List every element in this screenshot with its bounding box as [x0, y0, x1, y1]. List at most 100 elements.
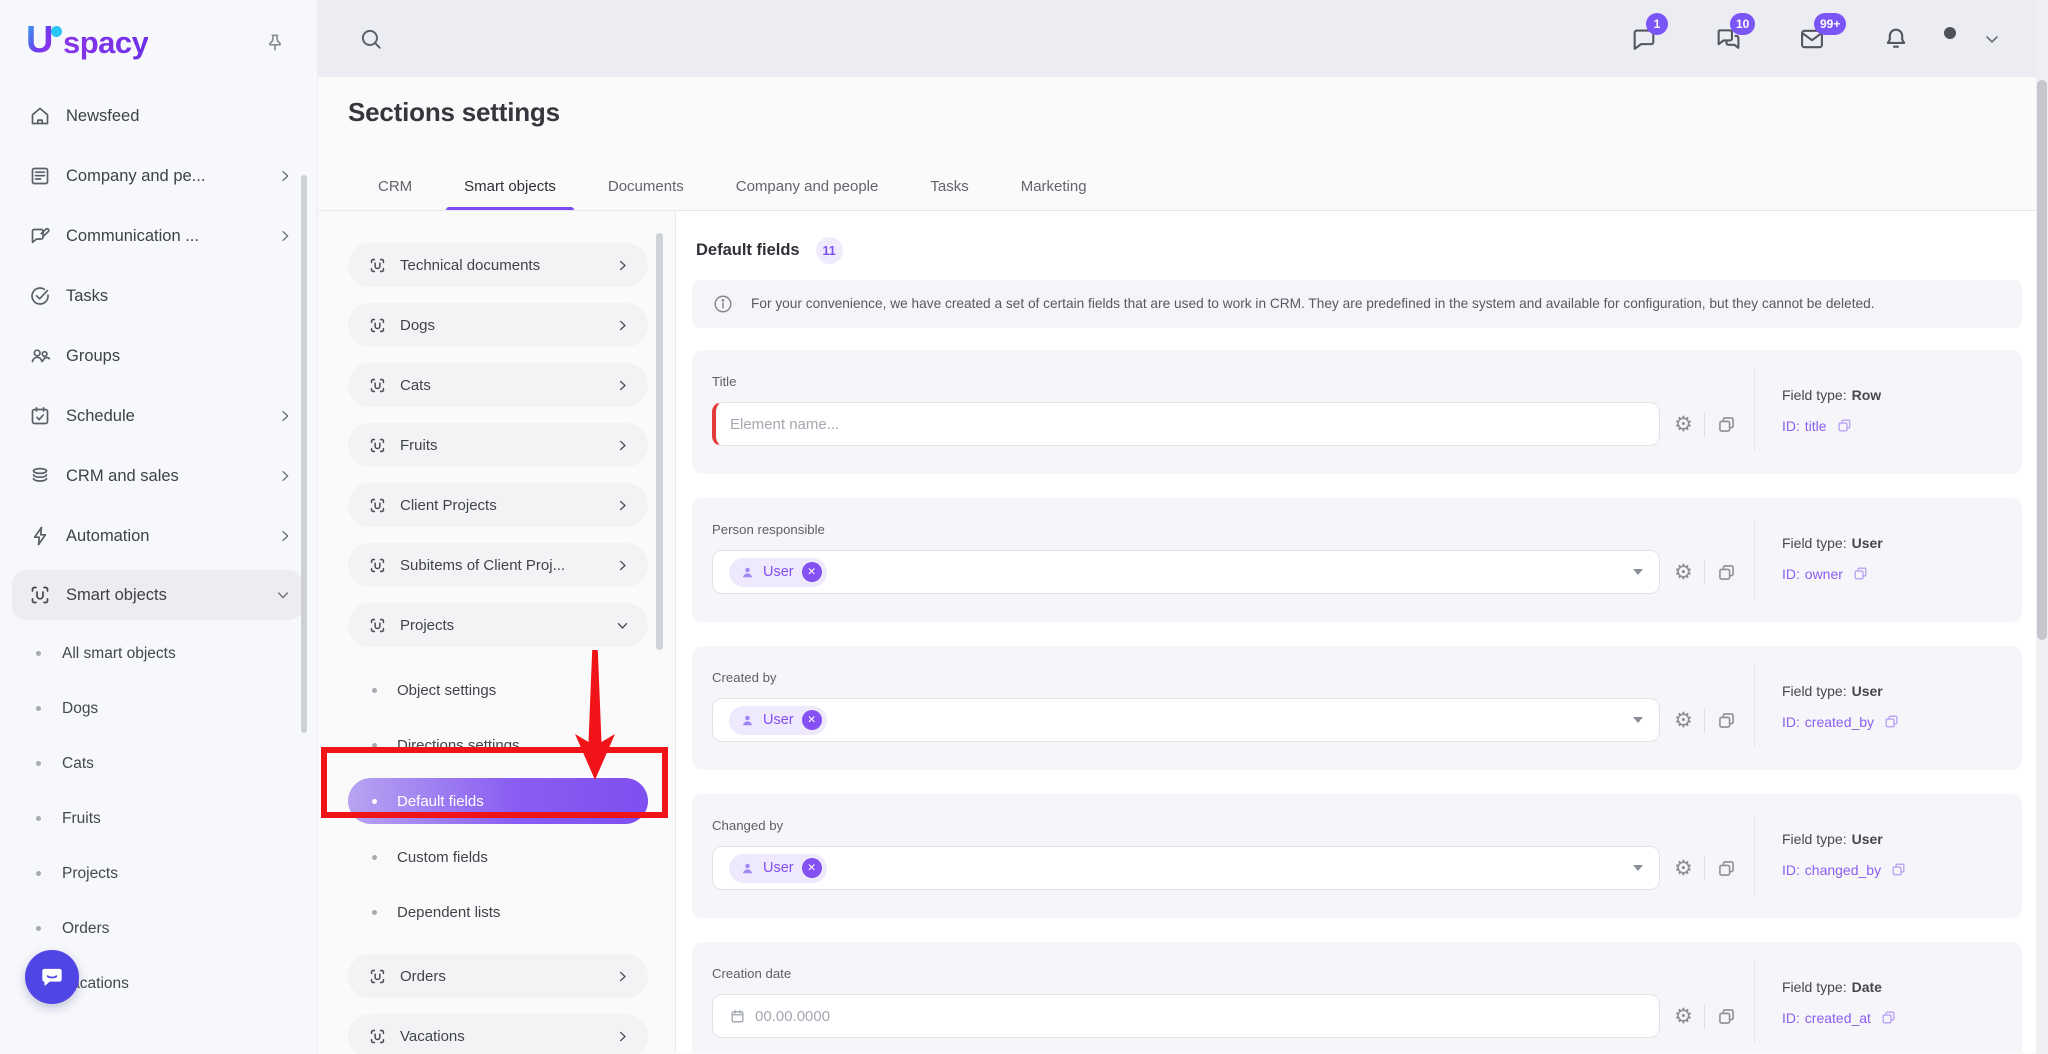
- copy-id-icon[interactable]: [1836, 417, 1853, 434]
- mail-button[interactable]: 99+: [1798, 25, 1826, 53]
- sidebar-item-fruits[interactable]: Fruits: [0, 791, 317, 846]
- bullet-icon: [36, 761, 41, 766]
- section-item-cats[interactable]: Cats: [348, 363, 648, 407]
- section-item-projects[interactable]: Projects: [348, 603, 648, 647]
- section-item-object-settings[interactable]: Object settings: [348, 663, 675, 718]
- sidebar-item-all-smart-objects[interactable]: All smart objects: [0, 626, 317, 681]
- calendar-check-icon: [28, 404, 52, 428]
- notifications-button[interactable]: [1882, 25, 1910, 53]
- person-icon: [740, 861, 755, 876]
- support-chat-button[interactable]: [25, 950, 79, 1004]
- user-chip: User ✕: [729, 558, 827, 587]
- field-settings-button[interactable]: ⚙: [1674, 710, 1693, 731]
- field-label: Changed by: [712, 818, 1754, 833]
- field-type: Field type:User: [1782, 683, 2002, 699]
- tab-marketing[interactable]: Marketing: [995, 168, 1113, 210]
- group-chats-button[interactable]: 10: [1714, 25, 1742, 53]
- user-menu-chevron-icon[interactable]: [1982, 29, 2002, 49]
- remove-chip-icon[interactable]: ✕: [802, 858, 822, 878]
- field-settings-button[interactable]: ⚙: [1674, 414, 1693, 435]
- sidebar-item-projects[interactable]: Projects: [0, 846, 317, 901]
- tab-smart-objects[interactable]: Smart objects: [438, 168, 582, 210]
- divider: [1704, 708, 1705, 733]
- tab-documents[interactable]: Documents: [582, 168, 710, 210]
- creation-date-input[interactable]: [755, 1008, 1643, 1025]
- created-by-select[interactable]: User ✕: [712, 698, 1660, 742]
- remove-chip-icon[interactable]: ✕: [802, 710, 822, 730]
- sidebar-item-communication[interactable]: Communication ...: [0, 206, 317, 266]
- field-settings-button[interactable]: ⚙: [1674, 562, 1693, 583]
- title-input[interactable]: [730, 416, 1643, 433]
- copy-icon: [1716, 710, 1737, 731]
- lightning-icon: [28, 524, 52, 548]
- section-nav-scrollbar[interactable]: [656, 233, 663, 650]
- duplicate-field-button[interactable]: [1716, 710, 1737, 731]
- remove-chip-icon[interactable]: ✕: [802, 562, 822, 582]
- search-icon[interactable]: [358, 26, 384, 52]
- copy-id-icon[interactable]: [1890, 861, 1907, 878]
- section-item-subitems-of-client-projects[interactable]: Subitems of Client Proj...: [348, 543, 648, 587]
- section-item-vacations[interactable]: Vacations: [348, 1014, 648, 1054]
- sidebar-item-crm-and-sales[interactable]: CRM and sales: [0, 446, 317, 506]
- sidebar-item-dogs[interactable]: Dogs: [0, 681, 317, 736]
- smart-object-icon: [28, 583, 52, 607]
- logo-u-mark: U: [26, 23, 53, 57]
- user-chip: User ✕: [729, 854, 827, 883]
- sidebar-scrollbar[interactable]: [301, 175, 307, 733]
- sidebar-item-orders[interactable]: Orders: [0, 901, 317, 956]
- dropdown-caret-icon: [1633, 865, 1643, 871]
- section-item-client-projects[interactable]: Client Projects: [348, 483, 648, 527]
- changed-by-select[interactable]: User ✕: [712, 846, 1660, 890]
- section-item-dogs[interactable]: Dogs: [348, 303, 648, 347]
- section-item-technical-documents[interactable]: Technical documents: [348, 243, 648, 287]
- section-item-directions-settings[interactable]: Directions settings: [348, 718, 675, 773]
- person-responsible-select[interactable]: User ✕: [712, 550, 1660, 594]
- divider: [1704, 412, 1705, 437]
- page-scrollbar-thumb[interactable]: [2037, 80, 2047, 640]
- sidebar-item-newsfeed[interactable]: Newsfeed: [0, 86, 317, 146]
- sidebar-item-cats[interactable]: Cats: [0, 736, 317, 791]
- bell-icon: [1882, 25, 1910, 53]
- section-item-orders[interactable]: Orders: [348, 954, 648, 998]
- copy-id-icon[interactable]: [1883, 713, 1900, 730]
- tab-tasks[interactable]: Tasks: [904, 168, 994, 210]
- sidebar-item-groups[interactable]: Groups: [0, 326, 317, 386]
- duplicate-field-button[interactable]: [1716, 562, 1737, 583]
- section-item-custom-fields[interactable]: Custom fields: [348, 830, 675, 885]
- fields-count-badge: 11: [816, 237, 843, 264]
- field-row-changed-by: Changed by User ✕ ⚙: [692, 794, 2022, 918]
- sidebar-item-tasks[interactable]: Tasks: [0, 266, 317, 326]
- field-id: ID: created_at: [1782, 1009, 2002, 1026]
- messenger-button[interactable]: 1: [1630, 25, 1658, 53]
- chevron-right-icon: [615, 1029, 630, 1044]
- title-input-wrap: [712, 402, 1660, 446]
- smart-object-icon: [368, 376, 387, 395]
- tabs-bar: CRM Smart objects Documents Company and …: [352, 168, 1113, 210]
- tab-company-and-people[interactable]: Company and people: [710, 168, 905, 210]
- section-item-default-fields-active[interactable]: Default fields: [348, 778, 648, 824]
- chevron-right-icon: [615, 378, 630, 393]
- copy-icon: [1716, 858, 1737, 879]
- field-settings-button[interactable]: ⚙: [1674, 1006, 1693, 1027]
- bullet-icon: [36, 926, 41, 931]
- tab-crm[interactable]: CRM: [352, 168, 438, 210]
- pin-sidebar-icon[interactable]: [263, 31, 287, 55]
- copy-id-icon[interactable]: [1880, 1009, 1897, 1026]
- field-settings-button[interactable]: ⚙: [1674, 858, 1693, 879]
- gear-icon: ⚙: [1674, 414, 1693, 435]
- bullet-icon: [36, 706, 41, 711]
- sidebar-item-company-and-people[interactable]: Company and pe...: [0, 146, 317, 206]
- copy-id-icon[interactable]: [1852, 565, 1869, 582]
- chevron-right-icon: [615, 558, 630, 573]
- section-item-dependent-lists[interactable]: Dependent lists: [348, 885, 675, 940]
- sidebar-item-schedule[interactable]: Schedule: [0, 386, 317, 446]
- bullet-icon: [372, 799, 377, 804]
- sidebar-item-smart-objects[interactable]: Smart objects: [12, 570, 303, 620]
- sidebar-item-automation[interactable]: Automation: [0, 506, 317, 566]
- section-item-fruits[interactable]: Fruits: [348, 423, 648, 467]
- uspacy-logo[interactable]: U spacy: [26, 23, 148, 63]
- duplicate-field-button[interactable]: [1716, 414, 1737, 435]
- person-icon: [740, 713, 755, 728]
- duplicate-field-button[interactable]: [1716, 858, 1737, 879]
- duplicate-field-button[interactable]: [1716, 1006, 1737, 1027]
